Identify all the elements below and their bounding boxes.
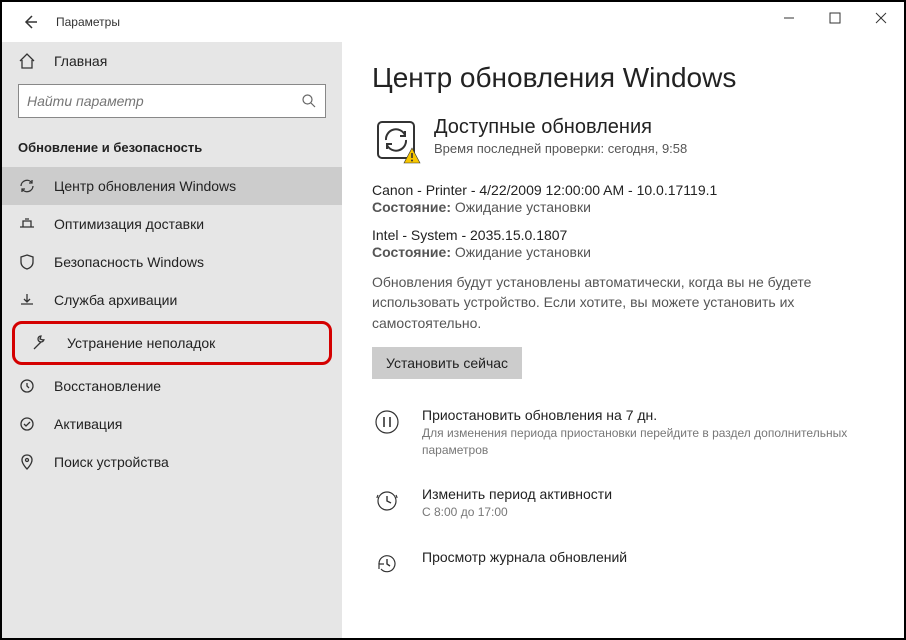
wrench-icon <box>31 334 49 352</box>
action-sub: С 8:00 до 17:00 <box>422 504 612 521</box>
action-active-hours[interactable]: Изменить период активности С 8:00 до 17:… <box>372 486 874 521</box>
location-icon <box>18 453 36 471</box>
update-state: Состояние: Ожидание установки <box>372 199 874 215</box>
nav-item-recovery[interactable]: Восстановление <box>2 367 342 405</box>
nav-label: Оптимизация доставки <box>54 216 204 232</box>
nav-label: Поиск устройства <box>54 454 169 470</box>
nav-label: Активация <box>54 416 122 432</box>
action-pause[interactable]: Приостановить обновления на 7 дн. Для из… <box>372 407 874 459</box>
update-state: Состояние: Ожидание установки <box>372 244 874 260</box>
update-name: Canon - Printer - 4/22/2009 12:00:00 AM … <box>372 182 874 198</box>
main-panel: Центр обновления Windows Доступные обнов… <box>342 42 904 638</box>
page-title: Центр обновления Windows <box>372 62 874 94</box>
search-box[interactable] <box>18 84 326 118</box>
shield-icon <box>18 253 36 271</box>
last-check: Время последней проверки: сегодня, 9:58 <box>434 141 687 156</box>
nav-item-backup[interactable]: Служба архивации <box>2 281 342 319</box>
nav-item-windows-update[interactable]: Центр обновления Windows <box>2 167 342 205</box>
section-header: Обновление и безопасность <box>2 132 342 167</box>
update-status-icon <box>372 116 420 164</box>
action-sub: Для изменения периода приостановки перей… <box>422 425 874 459</box>
nav-item-find-my-device[interactable]: Поиск устройства <box>2 443 342 481</box>
nav-label: Центр обновления Windows <box>54 178 236 194</box>
nav-label: Устранение неполадок <box>67 335 215 351</box>
action-headline: Приостановить обновления на 7 дн. <box>422 407 874 423</box>
update-item: Canon - Printer - 4/22/2009 12:00:00 AM … <box>372 182 874 215</box>
action-history[interactable]: Просмотр журнала обновлений <box>372 549 874 579</box>
nav-item-activation[interactable]: Активация <box>2 405 342 443</box>
action-headline: Изменить период активности <box>422 486 612 502</box>
minimize-icon <box>783 12 795 24</box>
clock-icon <box>372 486 402 516</box>
warning-badge-icon <box>402 146 422 166</box>
close-button[interactable] <box>858 2 904 34</box>
activation-icon <box>18 415 36 433</box>
home-icon <box>18 52 36 70</box>
recovery-icon <box>18 377 36 395</box>
updates-header: Доступные обновления Время последней про… <box>372 116 874 164</box>
settings-window: Параметры Главная Обновление и безопасно… <box>0 0 906 640</box>
window-controls <box>766 2 904 34</box>
action-headline: Просмотр журнала обновлений <box>422 549 627 565</box>
nav-item-windows-security[interactable]: Безопасность Windows <box>2 243 342 281</box>
titlebar: Параметры <box>2 2 904 42</box>
maximize-button[interactable] <box>812 2 858 34</box>
sidebar: Главная Обновление и безопасность Центр … <box>2 42 342 638</box>
close-icon <box>875 12 887 24</box>
arrow-left-icon <box>22 14 38 30</box>
update-item: Intel - System - 2035.15.0.1807 Состояни… <box>372 227 874 260</box>
search-input[interactable] <box>27 93 301 109</box>
history-icon <box>372 549 402 579</box>
highlight-annotation: Устранение неполадок <box>12 321 332 365</box>
install-now-button[interactable]: Установить сейчас <box>372 347 522 379</box>
nav-label: Безопасность Windows <box>54 254 204 270</box>
backup-icon <box>18 291 36 309</box>
pause-icon <box>372 407 402 437</box>
minimize-button[interactable] <box>766 2 812 34</box>
home-label: Главная <box>54 53 107 69</box>
nav-item-delivery-optimization[interactable]: Оптимизация доставки <box>2 205 342 243</box>
delivery-icon <box>18 215 36 233</box>
sync-icon <box>18 177 36 195</box>
nav-label: Восстановление <box>54 378 161 394</box>
nav-item-troubleshoot[interactable]: Устранение неполадок <box>15 324 329 362</box>
nav-label: Служба архивации <box>54 292 177 308</box>
update-name: Intel - System - 2035.15.0.1807 <box>372 227 874 243</box>
search-icon <box>301 93 317 109</box>
window-title: Параметры <box>56 15 120 29</box>
back-button[interactable] <box>12 4 48 40</box>
auto-install-note: Обновления будут установлены автоматичес… <box>372 272 874 333</box>
maximize-icon <box>829 12 841 24</box>
home-link[interactable]: Главная <box>2 42 342 80</box>
updates-headline: Доступные обновления <box>434 116 687 139</box>
